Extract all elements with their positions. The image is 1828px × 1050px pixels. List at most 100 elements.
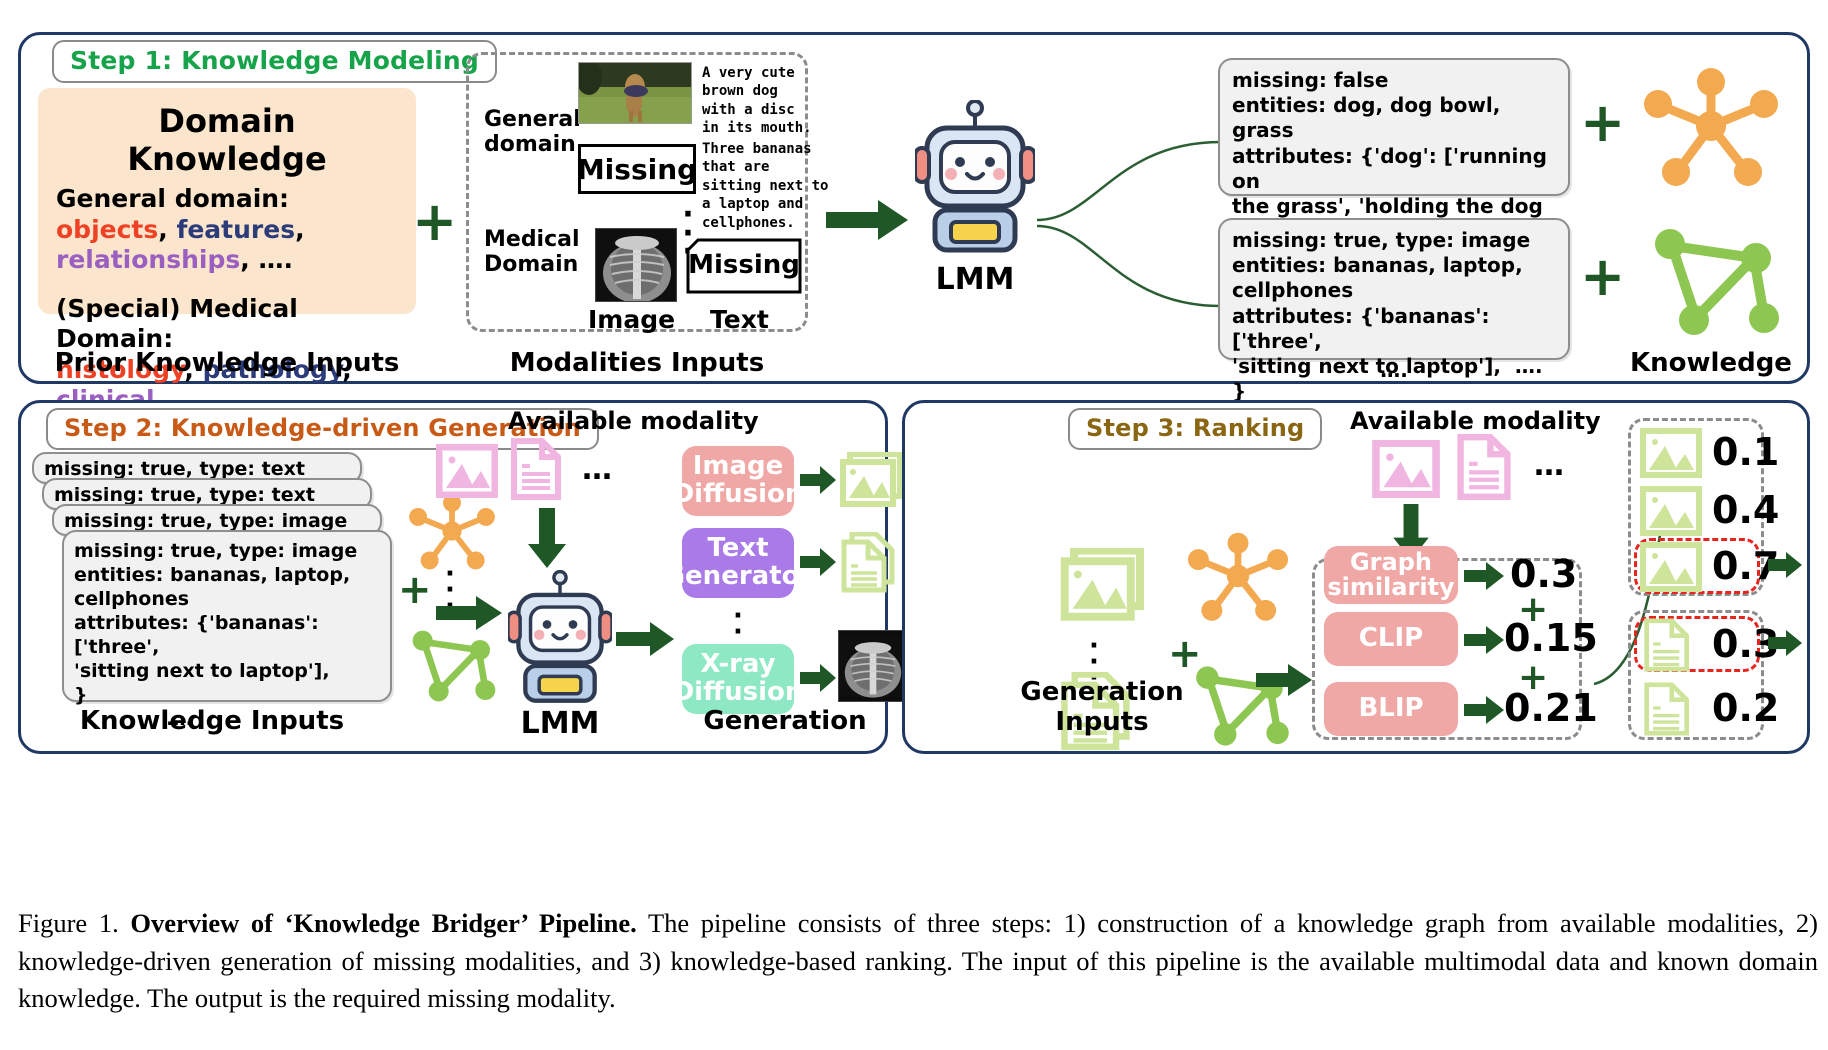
missing-note-medical-text: Missing [686, 238, 802, 294]
knowledge-trailing-dots: …. [1380, 358, 1408, 382]
bananas-text-caption: Three bananas that are sitting next to a… [702, 141, 829, 231]
ranked-text-2 [1642, 682, 1696, 740]
plus-step2-graphs: + [398, 567, 432, 613]
domain-knowledge-box: Domain Knowledge General domain: objects… [38, 88, 416, 414]
generation-input-images [1058, 546, 1148, 626]
caption-generation-inputs: Generation Inputs [1020, 677, 1184, 737]
arrow-knowledge-to-lmm-step2 [436, 596, 502, 634]
metric-graph-similarity[interactable]: Graph similarity [1324, 546, 1458, 604]
arrow-text-generator-out [800, 548, 836, 580]
image-icon [435, 443, 499, 499]
ranked-image-score-1: 0.1 [1712, 430, 1780, 474]
arrow-lmm-to-generators [616, 622, 674, 660]
green-knowledge-graph-step1 [1636, 222, 1786, 346]
medical-domain-label: Medical Domain [484, 227, 580, 277]
dog-photo-art [579, 63, 691, 123]
step1-badge: Step 1: Knowledge Modeling [52, 40, 497, 83]
medical-domain-prefix: (Special) Medical Domain: [56, 293, 298, 354]
document-icon [1457, 434, 1511, 500]
ranked-text-1 [1642, 618, 1696, 676]
general-domain-label: General domain [484, 107, 581, 157]
knowledge-card-1: missing: false entities: dog, dog bowl, … [1218, 58, 1570, 268]
ranked-image-3 [1640, 542, 1702, 596]
sep-2: , [295, 214, 305, 244]
generator-text-generator[interactable]: Text Generator [664, 528, 812, 598]
score-blip: 0.21 [1504, 686, 1598, 730]
step3-modality-hdots: … [1534, 448, 1564, 483]
lmm-label-step2: LMM [520, 706, 600, 741]
domain-knowledge-title: Domain Knowledge [127, 102, 327, 178]
caption-generation: Generation [703, 706, 867, 736]
image-icon [840, 451, 903, 507]
step3-badge: Step 3: Ranking [1068, 408, 1323, 450]
figure-caption-title: Overview of ‘Knowledge Bridger’ Pipeline… [130, 908, 637, 938]
general-domain-line: General domain: objects, features, relat… [56, 184, 398, 276]
triangle-graph-icon [412, 630, 496, 702]
figure-caption: Figure 1. Overview of ‘Knowledge Bridger… [18, 905, 1818, 1018]
arrow-output-text [1768, 630, 1802, 660]
ranked-image-1 [1640, 428, 1702, 482]
caption-prior-knowledge-inputs: Prior Knowledge Inputs [54, 348, 400, 378]
lmm-robot-step2 [506, 569, 614, 710]
available-image-icon-step2 [435, 443, 499, 502]
arrow-graph-similarity-score [1464, 562, 1504, 594]
term-objects: objects [56, 214, 159, 244]
lmm-to-knowledge-connectors [1036, 140, 1222, 308]
star-graph-icon [1644, 68, 1778, 186]
image-icon [1060, 546, 1144, 621]
ranked-image-2 [1640, 486, 1702, 540]
term-features: features [176, 214, 296, 244]
arrow-down-to-lmm-step2 [528, 508, 566, 572]
step2-available-modality-label: Available modality [508, 407, 759, 435]
ranked-text-score-2: 0.2 [1712, 686, 1780, 730]
arrow-modalities-to-lmm [826, 200, 908, 244]
generated-image-output [840, 451, 904, 512]
general-domain-prefix: General domain: [56, 184, 290, 213]
caption-knowledge-inputs: Knowledge Inputs [79, 706, 345, 736]
ranked-image-score-2: 0.4 [1712, 488, 1780, 532]
orange-graph-step3 [1182, 528, 1294, 628]
lmm-robot-step1 [913, 99, 1037, 260]
robot-icon [913, 99, 1037, 253]
step2-modality-hdots: … [582, 452, 612, 487]
label-text-column: Text [710, 305, 769, 334]
triangle-graph-icon [1655, 229, 1779, 335]
document-icon [511, 438, 561, 500]
available-text-icon-step3 [1456, 434, 1512, 504]
caption-knowledge: Knowledge [1630, 348, 1792, 378]
generator-image-diffusion[interactable]: Image Diffusion [673, 446, 803, 516]
dog-photo [578, 62, 692, 124]
available-image-icon-step3 [1372, 439, 1440, 502]
metric-clip[interactable]: CLIP [1324, 612, 1458, 666]
arrow-into-metrics [1256, 664, 1312, 700]
caption-modalities-inputs: Modalities Inputs [509, 348, 765, 378]
generated-text-output [840, 531, 900, 598]
knowledge-card-2: missing: true, type: image entities: ban… [1218, 218, 1570, 428]
image-icon [1640, 428, 1702, 478]
available-text-icon-step2 [510, 438, 562, 504]
orange-knowledge-graph-step1 [1636, 62, 1786, 194]
xray-photo-art [596, 229, 676, 301]
dog-text-caption: A very cute brown dog with a disc in its… [702, 65, 812, 137]
plus-knowledge-graph-1: + [1580, 91, 1626, 154]
generator-xray-diffusion[interactable]: X-ray Diffusion [673, 644, 803, 714]
sep-3: , …. [240, 245, 293, 274]
green-graph-step2 [400, 626, 500, 710]
arrow-clip-score [1464, 626, 1504, 658]
document-icon [841, 531, 895, 593]
xray-photo-art [839, 636, 905, 698]
plus-knowledge-graph-2: + [1580, 245, 1626, 308]
image-icon [1640, 486, 1702, 536]
document-icon [1644, 618, 1690, 672]
missing-box-general-text: Missing [577, 144, 697, 194]
metric-blip[interactable]: BLIP [1324, 682, 1458, 736]
lmm-label-step1: LMM [935, 262, 1015, 297]
step3-available-modality-label: Available modality [1350, 407, 1601, 435]
stack-card-main: missing: true, type: image entities: ban… [62, 530, 392, 730]
star-graph-icon [1187, 532, 1289, 621]
figure-caption-label: Figure 1. [18, 908, 119, 938]
robot-icon [506, 569, 614, 703]
generated-xray-output [838, 630, 906, 702]
missing-label-medical: Missing [688, 250, 800, 280]
document-icon [1644, 682, 1690, 736]
